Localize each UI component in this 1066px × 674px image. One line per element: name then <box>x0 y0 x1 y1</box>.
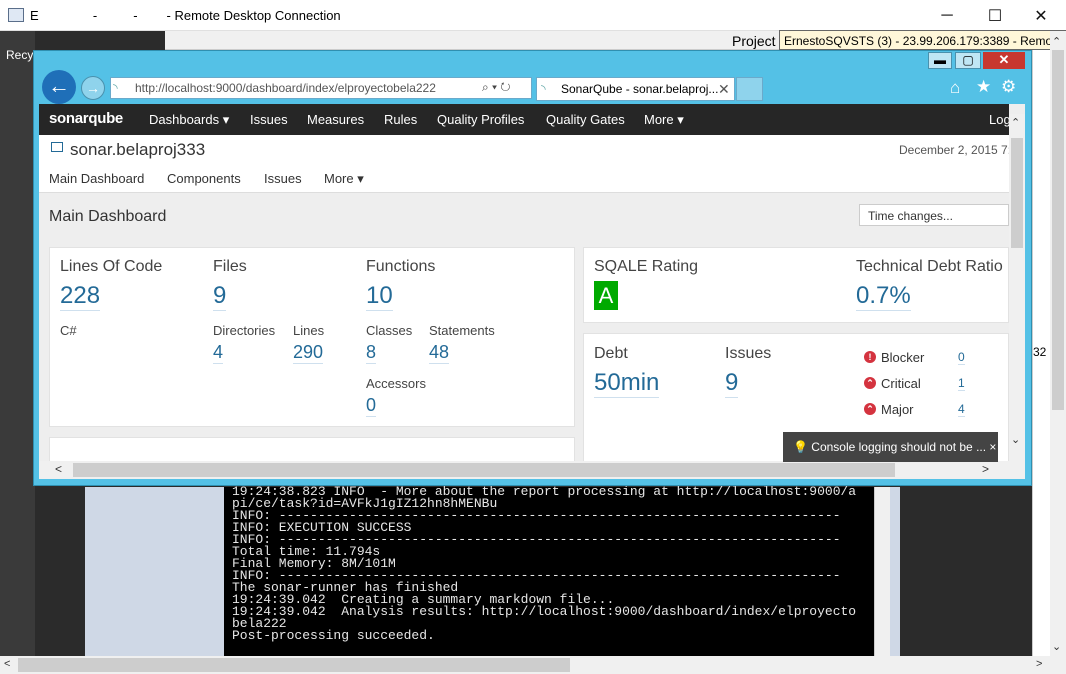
project-title: sonar.belaproj333 <box>70 140 206 159</box>
statements-label: Statements <box>429 323 495 338</box>
browser-minimize-button[interactable]: ▬ <box>928 52 952 69</box>
home-icon[interactable]: ⌂ <box>950 78 960 98</box>
directories-value[interactable]: 4 <box>213 342 224 364</box>
issues-label: Issues <box>725 345 772 362</box>
rdp-window-title: E - - - Remote Desktop Connection <box>30 8 341 23</box>
files-label: Files <box>213 258 247 275</box>
rdp-minimize-button[interactable]: ─ <box>924 0 970 31</box>
analysis-date: December 2, 2015 7: <box>899 143 1012 157</box>
page-favicon-icon: ◝ <box>113 81 118 95</box>
major-severity-icon: ⌃ <box>864 403 876 415</box>
statements-value[interactable]: 48 <box>429 342 450 364</box>
gear-icon[interactable]: ⚙ <box>1001 77 1016 97</box>
console-output: 19:24:38.823 INFO - More about the repor… <box>232 484 857 643</box>
classes-label: Classes <box>366 323 413 338</box>
rdp-scroll-left-icon[interactable]: < <box>4 658 10 670</box>
accessors-value[interactable]: 0 <box>366 395 377 417</box>
scroll-right-icon[interactable]: > <box>982 462 989 476</box>
rdp-close-button[interactable]: ✕ <box>1018 0 1064 31</box>
major-count[interactable]: 4 <box>958 402 965 417</box>
nav-more[interactable]: More ▾ <box>644 112 684 128</box>
major-label: Major <box>881 402 914 417</box>
explorer-title-fragment: Project <box>732 33 776 49</box>
rdp-scroll-down-icon[interactable]: ⌄ <box>1052 640 1061 653</box>
background-window-text: 32 <box>1033 345 1047 359</box>
blocker-count[interactable]: 0 <box>958 350 965 365</box>
lines-label: Lines <box>293 323 325 338</box>
accessors-label: Accessors <box>366 376 426 391</box>
tab-components[interactable]: Components <box>167 171 241 186</box>
page-horizontal-scroll-thumb[interactable] <box>73 463 895 477</box>
sonarqube-logo[interactable]: sonarqube <box>49 110 123 127</box>
critical-count[interactable]: 1 <box>958 376 965 391</box>
recycle-bin-label[interactable]: Recy <box>6 48 33 62</box>
issues-value[interactable]: 9 <box>725 369 739 398</box>
page-vertical-scroll-thumb[interactable] <box>1011 138 1023 248</box>
nav-rules[interactable]: Rules <box>384 112 417 127</box>
tdr-value[interactable]: 0.7% <box>856 282 911 311</box>
tab-main-dashboard[interactable]: Main Dashboard <box>49 171 144 186</box>
browser-close-button[interactable]: ✕ <box>983 52 1025 69</box>
rdp-scroll-up-icon[interactable]: ⌃ <box>1052 35 1061 48</box>
new-tab-button[interactable] <box>736 77 763 101</box>
functions-label: Functions <box>366 258 436 275</box>
directories-label: Directories <box>213 323 276 338</box>
sqale-rating-badge[interactable]: A <box>594 281 618 310</box>
connection-tooltip: ErnestoSQVSTS (3) - 23.99.206.179:3389 -… <box>779 30 1066 50</box>
dashboard-title: Main Dashboard <box>49 208 167 225</box>
browser-maximize-button[interactable]: ▢ <box>955 52 981 69</box>
critical-label: Critical <box>881 376 921 391</box>
nav-quality-profiles[interactable]: Quality Profiles <box>437 112 524 127</box>
back-arrow-icon[interactable]: ← <box>42 70 76 104</box>
nav-issues[interactable]: Issues <box>250 112 288 127</box>
tab-issues[interactable]: Issues <box>264 171 302 186</box>
scroll-up-icon[interactable]: ⌃ <box>1011 116 1020 129</box>
nav-dashboards[interactable]: Dashboards ▾ <box>149 112 229 128</box>
rdp-scroll-right-icon[interactable]: > <box>1036 658 1042 670</box>
tdr-label: Technical Debt Ratio <box>856 258 1003 275</box>
rdp-maximize-button[interactable]: ☐ <box>972 0 1018 31</box>
blocker-severity-icon: ! <box>864 351 876 363</box>
favorites-star-icon[interactable]: ★ <box>976 77 991 97</box>
tab-close-icon[interactable]: ✕ <box>718 81 730 98</box>
nav-measures[interactable]: Measures <box>307 112 364 127</box>
time-changes-select[interactable]: Time changes... <box>859 204 1009 226</box>
address-bar[interactable]: http://localhost:9000/dashboard/index/el… <box>110 77 532 99</box>
nav-quality-gates[interactable]: Quality Gates <box>546 112 625 127</box>
tab-favicon-icon: ◝ <box>541 82 546 96</box>
sqale-rating-label: SQALE Rating <box>594 258 699 275</box>
debt-value[interactable]: 50min <box>594 369 660 398</box>
console-logging-toast[interactable]: 💡 Console logging should not be ... × <box>783 432 998 462</box>
tab-more[interactable]: More ▾ <box>324 171 364 187</box>
project-icon <box>51 142 63 152</box>
rdp-horizontal-scroll-thumb[interactable] <box>18 658 570 672</box>
language-label: C# <box>60 323 77 338</box>
debt-label: Debt <box>594 345 628 362</box>
lines-value[interactable]: 290 <box>293 342 324 364</box>
desktop-icon-column <box>0 31 35 656</box>
loc-value[interactable]: 228 <box>60 282 101 311</box>
rdp-vertical-scroll-thumb[interactable] <box>1052 50 1064 410</box>
loc-label: Lines Of Code <box>60 258 163 275</box>
rdp-app-icon <box>8 8 24 22</box>
scroll-down-icon[interactable]: ⌄ <box>1011 433 1020 446</box>
forward-arrow-icon[interactable]: → <box>81 76 105 100</box>
blocker-label: Blocker <box>881 350 925 365</box>
browser-tab[interactable]: SonarQube - sonar.belaproj... <box>536 77 735 101</box>
nav-login[interactable]: Log <box>989 112 1011 127</box>
classes-value[interactable]: 8 <box>366 342 377 364</box>
console-scrollbar[interactable] <box>874 487 890 656</box>
functions-value[interactable]: 10 <box>366 282 393 311</box>
address-tools-icons[interactable]: ⌕ ▾ ↻ <box>482 80 511 95</box>
scroll-left-icon[interactable]: < <box>55 462 62 476</box>
critical-severity-icon: ⌃ <box>864 377 876 389</box>
files-value[interactable]: 9 <box>213 282 227 311</box>
